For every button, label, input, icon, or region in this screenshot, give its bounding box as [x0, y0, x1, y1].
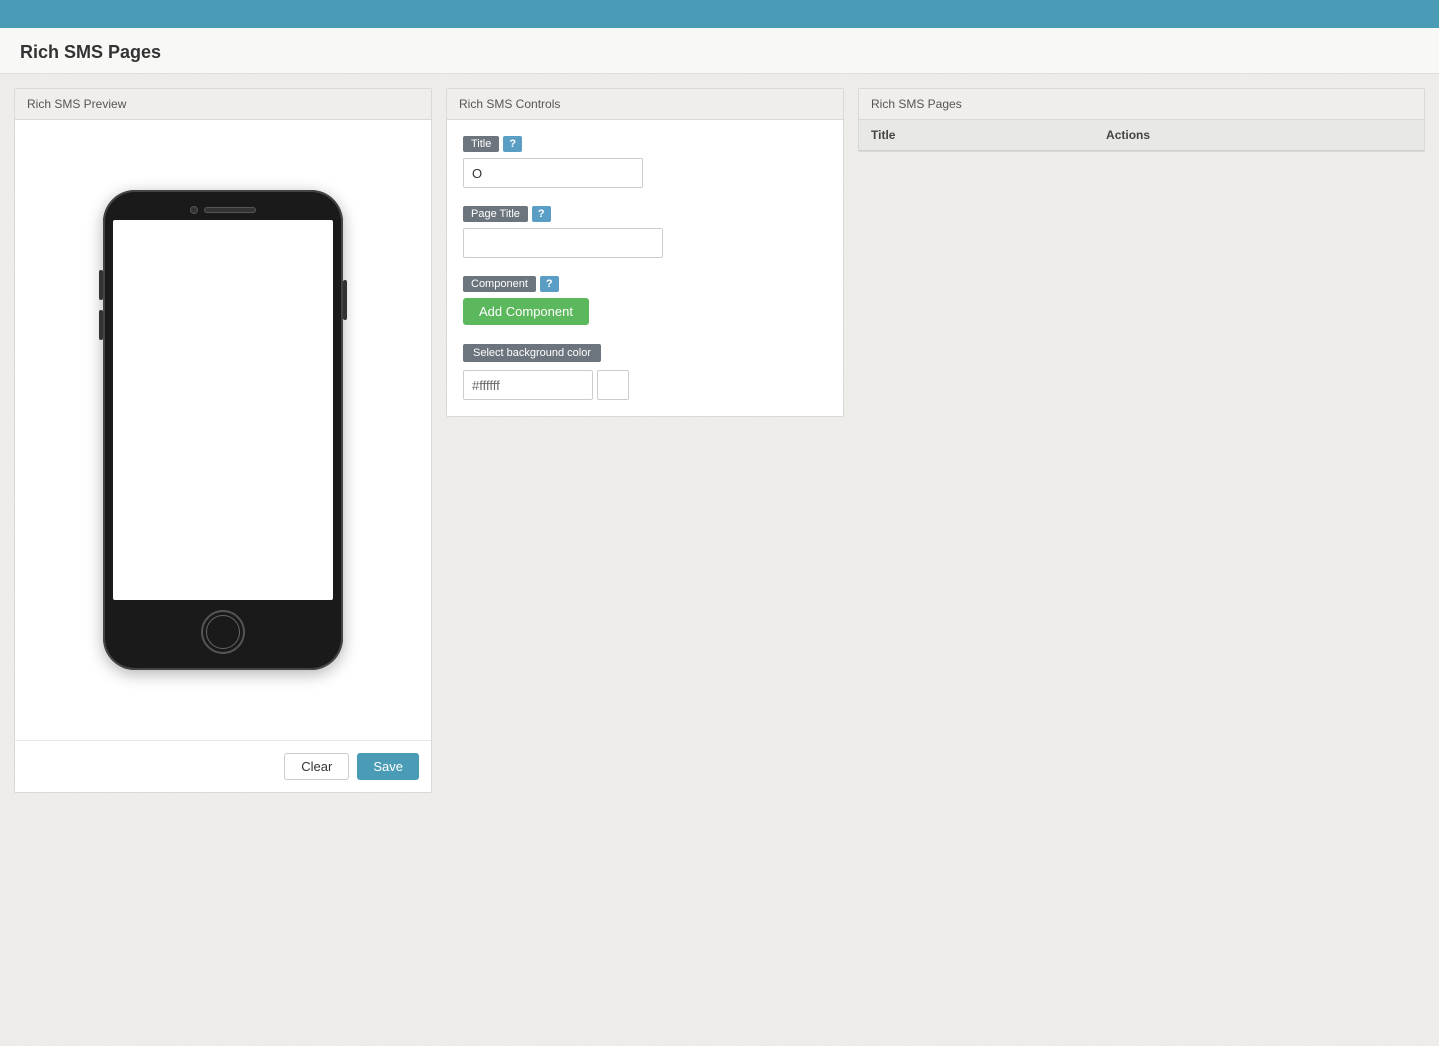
main-content: Rich SMS Preview Clear: [0, 74, 1439, 807]
component-label: Component: [463, 276, 536, 292]
component-field-group: Component ? Add Component: [463, 276, 827, 325]
bg-color-input[interactable]: [463, 370, 593, 400]
phone-home-button: [201, 610, 245, 654]
bg-color-section: Select background color: [463, 343, 827, 400]
title-field-group: Title ?: [463, 136, 827, 188]
pages-table-header-row: Title Actions: [859, 120, 1424, 151]
power-button: [343, 280, 347, 320]
add-component-button[interactable]: Add Component: [463, 298, 589, 325]
app-title: Rich SMS Pages: [0, 28, 1439, 74]
save-button[interactable]: Save: [357, 753, 419, 780]
page-title-label-row: Page Title ?: [463, 206, 827, 222]
bg-color-row: [463, 370, 827, 400]
controls-panel-header: Rich SMS Controls: [447, 89, 843, 120]
top-bar: [0, 0, 1439, 28]
vol-up-button: [99, 270, 103, 300]
preview-body: [15, 120, 431, 740]
col-title: Title: [859, 120, 1094, 151]
title-help-icon[interactable]: ?: [503, 136, 522, 152]
clear-button[interactable]: Clear: [284, 753, 349, 780]
preview-panel: Rich SMS Preview Clear: [14, 88, 432, 793]
title-label: Title: [463, 136, 499, 152]
pages-panel: Rich SMS Pages Title Actions: [858, 88, 1425, 152]
pages-table: Title Actions: [859, 120, 1424, 151]
controls-panel: Rich SMS Controls Title ? Page Title ?: [446, 88, 844, 417]
phone-camera: [190, 206, 198, 214]
page-title-input[interactable]: [463, 228, 663, 258]
pages-panel-header: Rich SMS Pages: [859, 89, 1424, 120]
phone-bottom: [113, 600, 333, 658]
phone-mockup: [103, 190, 343, 670]
bg-color-label: Select background color: [463, 344, 601, 362]
component-help-icon[interactable]: ?: [540, 276, 559, 292]
phone-top: [113, 202, 333, 220]
phone-home-inner: [206, 615, 240, 649]
vol-down-button: [99, 310, 103, 340]
controls-body: Title ? Page Title ? Component ? Ad: [447, 120, 843, 416]
title-input[interactable]: [463, 158, 643, 188]
phone-screen: [113, 220, 333, 600]
preview-footer: Clear Save: [15, 740, 431, 792]
page-title-field-group: Page Title ?: [463, 206, 827, 258]
preview-panel-title: Rich SMS Preview: [27, 97, 126, 111]
component-label-row: Component ?: [463, 276, 827, 292]
controls-panel-title: Rich SMS Controls: [459, 97, 560, 111]
app-title-text: Rich SMS Pages: [20, 42, 161, 62]
col-actions: Actions: [1094, 120, 1424, 151]
title-label-row: Title ?: [463, 136, 827, 152]
page-title-label: Page Title: [463, 206, 528, 222]
color-swatch[interactable]: [597, 370, 629, 400]
phone-speaker: [204, 207, 256, 213]
preview-panel-header: Rich SMS Preview: [15, 89, 431, 120]
pages-panel-title: Rich SMS Pages: [871, 97, 962, 111]
page-title-help-icon[interactable]: ?: [532, 206, 551, 222]
